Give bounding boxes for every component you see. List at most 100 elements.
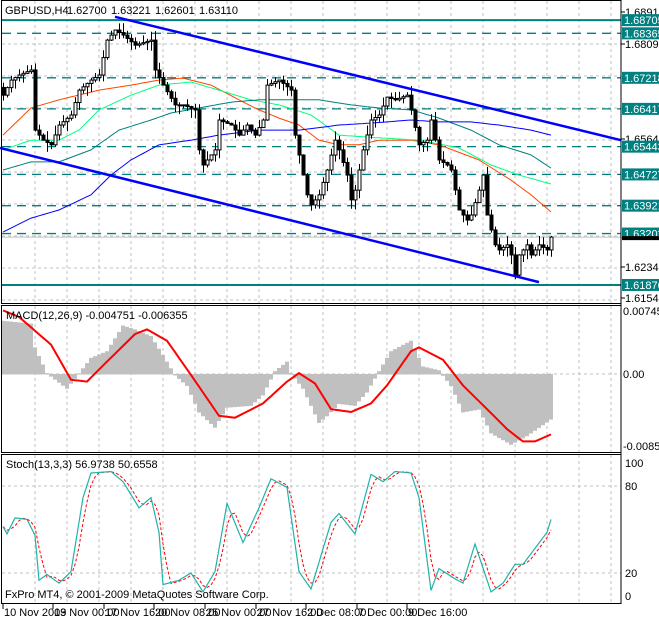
macd-histogram-bar <box>29 323 33 375</box>
macd-histogram-bar <box>389 351 393 375</box>
macd-histogram-bar <box>493 374 497 436</box>
candle-bear <box>465 214 470 221</box>
candle-bull <box>241 129 246 136</box>
macd-indicator <box>1 309 553 445</box>
candle-bull <box>385 96 390 107</box>
candle-bull <box>269 82 274 86</box>
macd-histogram-bar <box>149 336 153 375</box>
candle-bull <box>537 244 542 251</box>
macd-histogram-bar <box>233 374 237 408</box>
macd-histogram-bar <box>425 367 429 375</box>
macd-histogram-bar <box>13 322 17 375</box>
candle-bull <box>65 117 70 123</box>
macd-histogram-bar <box>229 374 233 408</box>
candle-bull <box>533 249 538 256</box>
candle-bear <box>249 124 254 131</box>
candle-bear <box>409 94 414 111</box>
candle-bear <box>393 97 398 101</box>
candle-bear <box>541 244 546 248</box>
candle-bull <box>273 81 278 84</box>
stoch-tick: 100 <box>625 458 643 470</box>
macd-tick: 0.00745 <box>623 306 659 318</box>
candle-bear <box>185 104 190 108</box>
candle-bull <box>97 74 102 79</box>
time-axis: 10 Nov 200913 Nov 00:0017 Nov 16:0020 No… <box>2 604 467 619</box>
level-price-label: 1.61876 <box>624 280 659 292</box>
macd-histogram-bar <box>265 374 269 388</box>
macd-histogram-bar <box>53 374 57 380</box>
macd-histogram-bar <box>197 374 201 413</box>
stochastic-indicator <box>2 470 552 594</box>
macd-tick: 0.00 <box>623 369 644 381</box>
macd-histogram-bar <box>241 374 245 407</box>
candle-bear <box>461 209 466 216</box>
macd-histogram-bar <box>489 374 493 434</box>
macd-histogram-bar <box>249 374 253 406</box>
candle-bear <box>417 126 422 146</box>
candle-bull <box>313 199 318 206</box>
candle-bear <box>341 149 346 163</box>
macd-histogram-bar <box>117 331 121 375</box>
candle-bull <box>69 114 74 119</box>
candle-bear <box>453 169 458 191</box>
candle-bear <box>345 161 350 176</box>
macd-histogram-bar <box>121 325 125 375</box>
candle-bull <box>369 119 374 136</box>
macd-histogram-bar <box>317 374 321 423</box>
candle-bull <box>109 34 114 41</box>
low-value: 1.62601 <box>155 5 195 17</box>
macd-histogram-bar <box>357 374 361 402</box>
candle-bull <box>137 43 142 46</box>
macd-histogram-bar <box>57 374 61 383</box>
candle-bull <box>77 89 82 104</box>
candle-bull <box>205 159 210 166</box>
macd-histogram-bar <box>209 374 213 424</box>
macd-histogram-bar <box>245 374 249 407</box>
macd-histogram-bar <box>77 373 81 375</box>
candle-bear <box>161 77 166 86</box>
candle-bull <box>357 169 362 191</box>
macd-histogram-bar <box>277 367 281 375</box>
moving-average-line <box>2 99 552 171</box>
candle-bull <box>57 124 62 136</box>
candle-bull <box>373 116 378 121</box>
macd-histogram-bar <box>517 374 521 441</box>
candle-bull <box>469 214 474 221</box>
candle-bull <box>73 102 78 116</box>
candle-bear <box>189 106 194 109</box>
candle-bear <box>173 97 178 106</box>
candle-bear <box>437 139 442 161</box>
candle-bear <box>197 109 202 151</box>
macd-histogram-bar <box>533 374 537 431</box>
macd-histogram-bar <box>325 374 329 417</box>
macd-histogram-bar <box>513 374 517 443</box>
macd-histogram-bar <box>549 374 553 420</box>
candle-bear <box>285 82 290 88</box>
macd-histogram-bar <box>485 374 489 426</box>
macd-histogram-bar <box>177 374 181 379</box>
macd-histogram-bar <box>537 374 541 428</box>
macd-histogram-bar <box>165 361 169 375</box>
candle-bear <box>133 41 138 46</box>
macd-histogram-bar <box>417 357 421 375</box>
macd-histogram-bar <box>525 374 529 437</box>
candle-bear <box>449 164 454 171</box>
macd-label: MACD(12,26,9) -0.004751 -0.006355 <box>6 310 188 322</box>
chart-window[interactable]: 1.689151.680901.656401.623401.615401.687… <box>0 0 659 620</box>
macd-histogram-bar <box>73 374 77 379</box>
macd-histogram-bar <box>181 374 185 383</box>
level-price-label: 1.67218 <box>624 73 659 85</box>
macd-histogram-bar <box>481 374 485 418</box>
candle-bull <box>21 72 26 76</box>
candle-bear <box>253 129 258 136</box>
candle-bull <box>481 174 486 191</box>
candle-bear <box>489 214 494 231</box>
macd-histogram-bar <box>173 374 177 376</box>
candle-bull <box>145 40 150 44</box>
moving-averages <box>2 77 552 233</box>
candle-bull <box>325 169 330 183</box>
level-price-label: 1.65443 <box>624 142 659 154</box>
candle-bull <box>329 154 334 171</box>
macd-histogram-bar <box>9 321 13 375</box>
macd-histogram-bar <box>85 363 89 375</box>
